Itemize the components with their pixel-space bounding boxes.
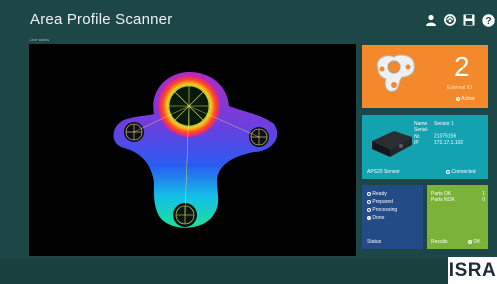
results-state-label: OK — [473, 239, 481, 245]
status-item-prepared: Prepared — [367, 198, 397, 206]
status-radio-icon — [367, 191, 371, 196]
external-io-value: 2 — [454, 51, 470, 82]
external-io-state-label: Active — [461, 96, 475, 102]
status-radio-icon — [367, 199, 371, 204]
bottom-bar — [0, 258, 497, 284]
status-list: Ready Prepared Processing Done — [367, 190, 397, 222]
sensor-state-label: Connected — [451, 169, 476, 175]
part-scan-image — [113, 72, 278, 228]
part-thumbnail-icon — [376, 54, 415, 92]
sensor-serial-label: Serial-Nr. — [414, 127, 429, 140]
sensor-name-value: Sensor 1 — [434, 121, 455, 127]
parts-nok-label: Parts NOK — [431, 197, 455, 204]
isra-logo: ISRA — [448, 257, 497, 284]
status-radio-icon — [367, 207, 371, 212]
results-state: OK — [468, 239, 481, 245]
results-tile[interactable]: Parts OK 1 Parts NOK 0 Results OK — [427, 185, 488, 249]
sensor-state: Connected — [446, 169, 476, 175]
sensor-tile[interactable]: Name Sensor 1 Serial-Nr. 21375156 IP 172.17… — [362, 115, 488, 179]
external-io-tile[interactable]: 2 External IO Active — [362, 45, 488, 108]
parts-nok-value: 0 — [482, 197, 485, 204]
active-indicator-icon — [456, 96, 460, 101]
svg-text:?: ? — [485, 16, 491, 27]
status-item-processing: Processing — [367, 206, 397, 214]
external-io-label: External IO — [447, 85, 473, 91]
sensor-title: APS20 Sensor — [367, 169, 400, 175]
help-icon[interactable]: ? — [481, 13, 495, 27]
status-item-ready: Ready — [367, 190, 397, 198]
status-title: Status — [367, 239, 382, 245]
user-icon[interactable] — [424, 13, 438, 27]
sensor-ip-label: IP — [414, 140, 419, 147]
connected-indicator-icon — [446, 169, 450, 174]
status-tile[interactable]: Ready Prepared Processing Done Status — [362, 185, 423, 249]
refresh-icon[interactable] — [443, 13, 457, 27]
scan-viewer[interactable] — [29, 44, 356, 256]
results-title: Results — [431, 239, 448, 245]
live-status-text: Live status — [30, 37, 50, 42]
app-title: Area Profile Scanner — [30, 11, 173, 28]
ok-indicator-icon — [468, 239, 472, 244]
external-io-state: Active — [456, 96, 475, 102]
save-icon[interactable] — [462, 13, 476, 27]
sensor-serial-value: 21375156 — [434, 133, 457, 140]
status-radio-active-icon — [367, 215, 371, 220]
sensor-device-icon — [372, 131, 412, 157]
sensor-ip-value: 172.17.1.102 — [434, 140, 464, 147]
status-item-done: Done — [367, 214, 397, 222]
